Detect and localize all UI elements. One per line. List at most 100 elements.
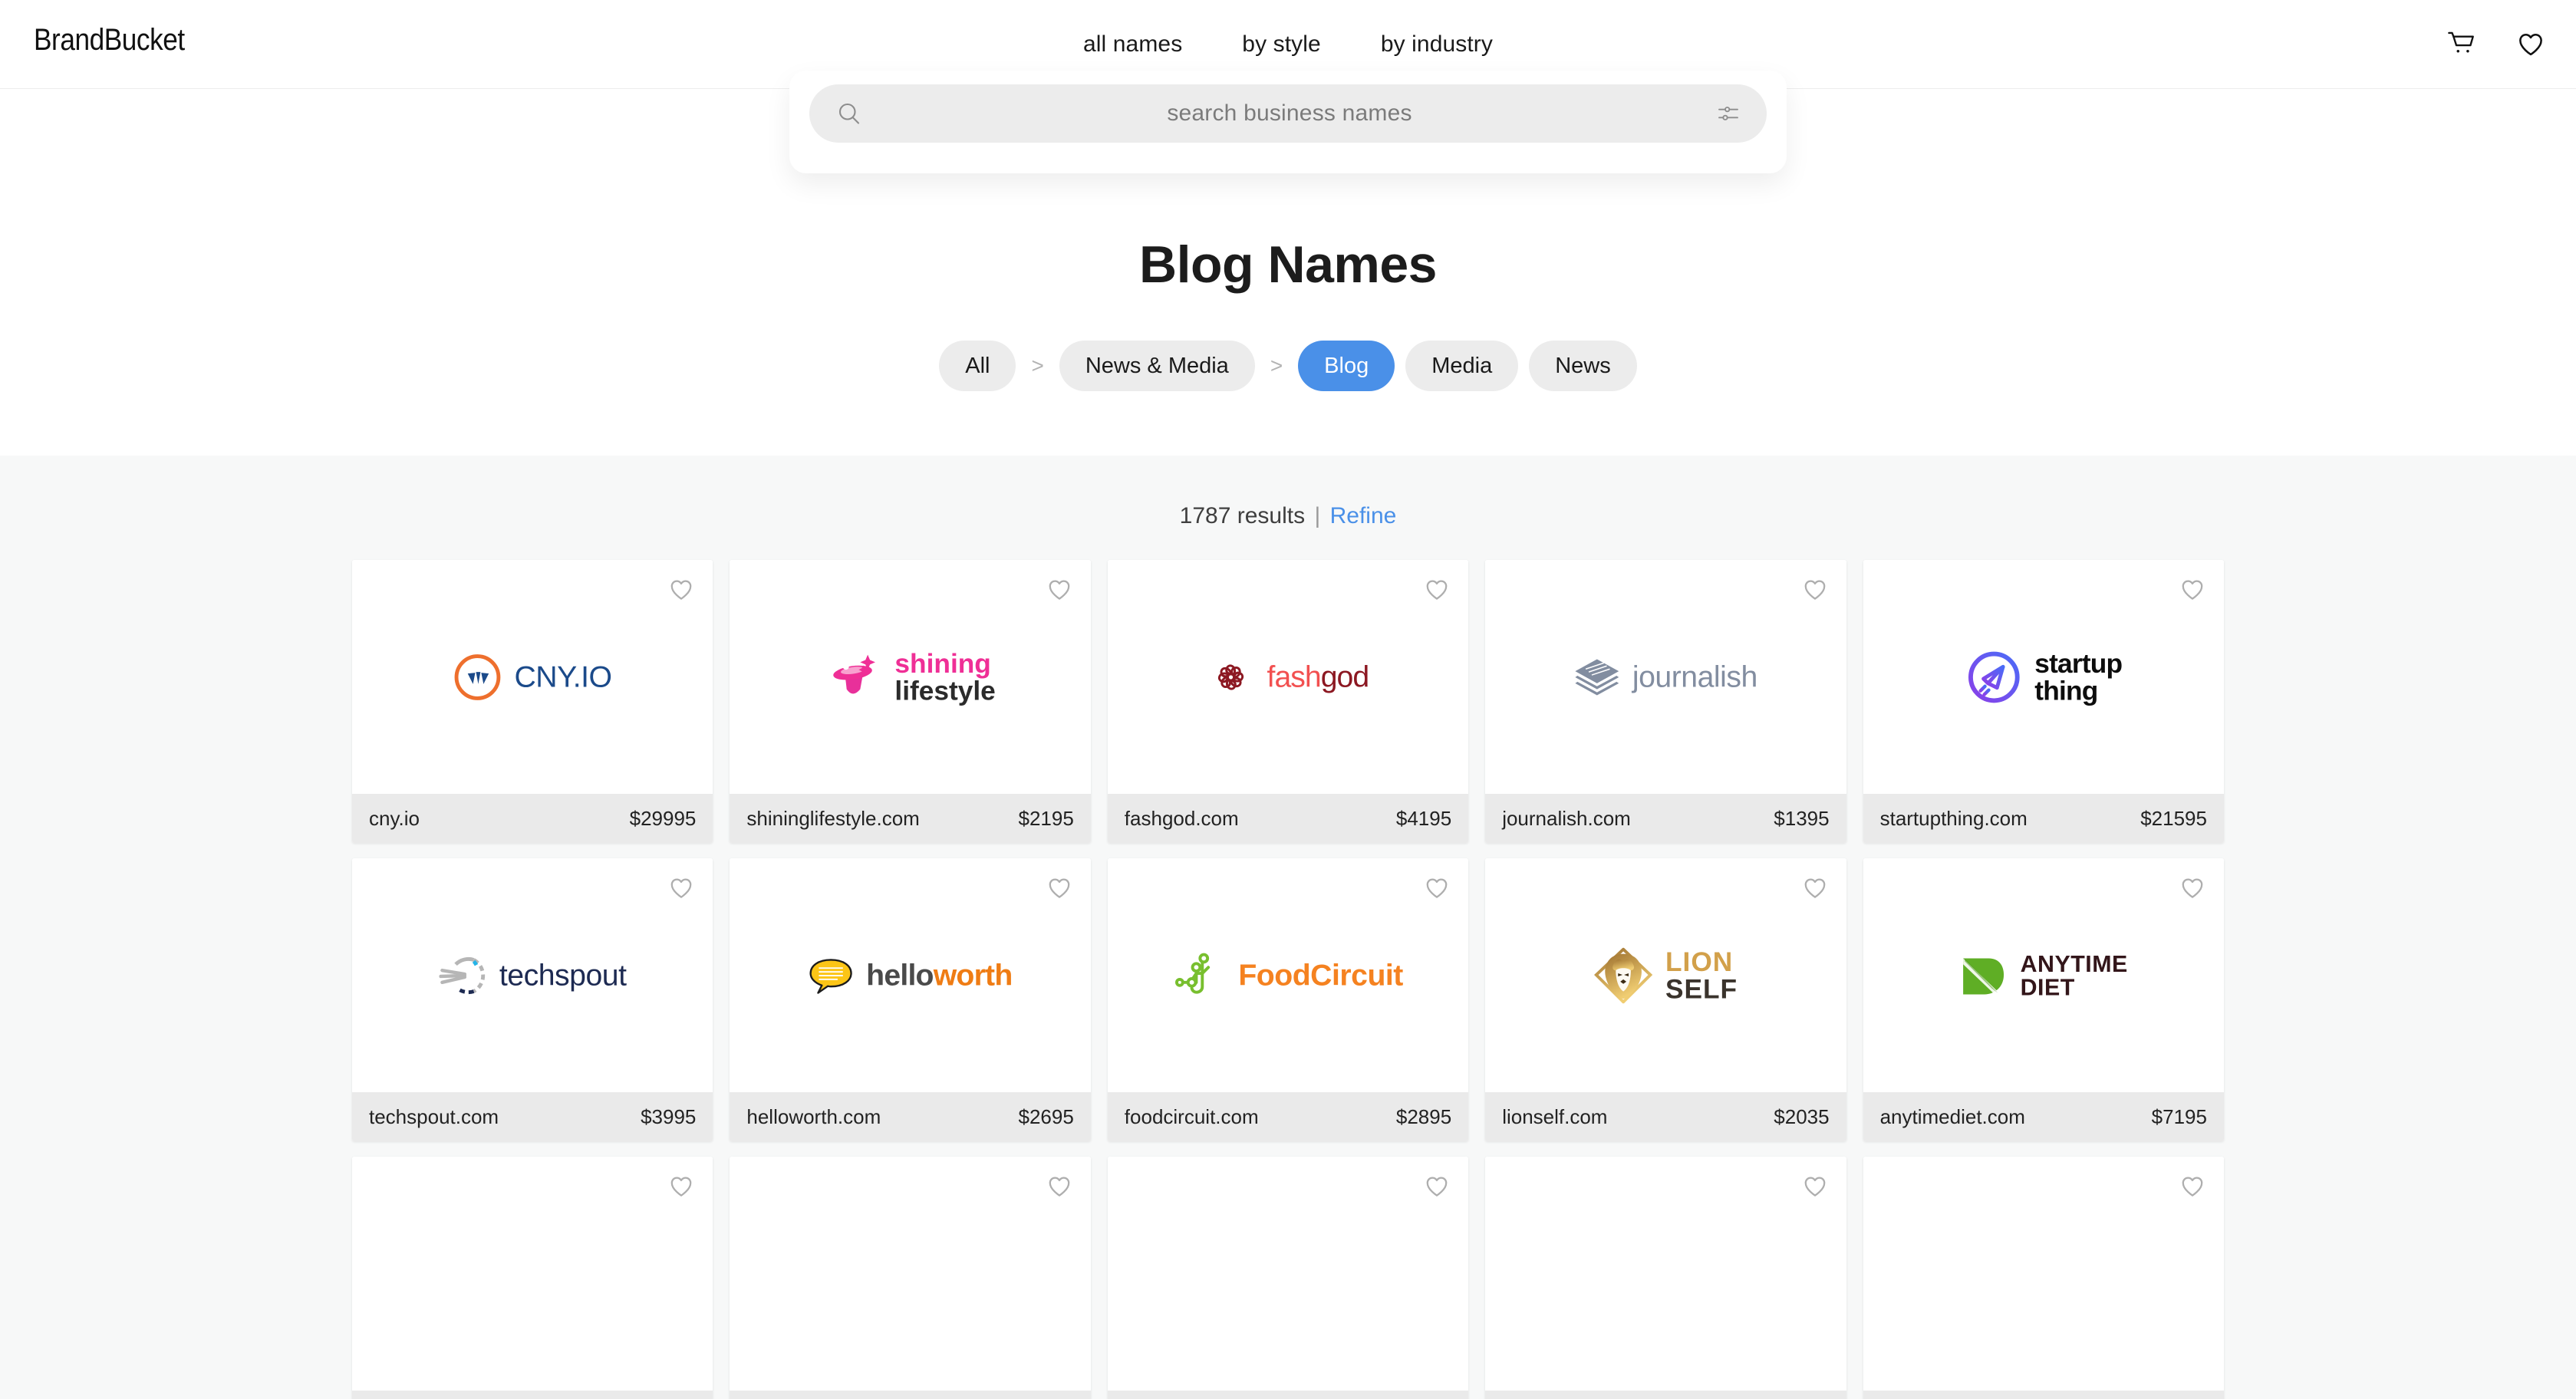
nav-item-by-industry[interactable]: by industry bbox=[1381, 31, 1493, 58]
card-artwork: helloworth bbox=[730, 858, 1091, 1092]
breadcrumb-chip-all[interactable]: All bbox=[939, 341, 1016, 391]
card-domain: lionself.com bbox=[1502, 1104, 1608, 1128]
card-footer bbox=[352, 1391, 713, 1399]
search-bar[interactable]: search business names bbox=[809, 84, 1767, 143]
card-footer bbox=[1485, 1391, 1846, 1399]
name-card[interactable]: helloworth helloworth.com $2695 bbox=[730, 858, 1091, 1141]
fashgod-rosette-mark bbox=[1218, 663, 1244, 690]
refine-link[interactable]: Refine bbox=[1330, 503, 1397, 528]
name-card[interactable]: FoodCircuit foodcircuit.com $2895 bbox=[1107, 858, 1469, 1141]
card-footer: startupthing.com $21595 bbox=[1863, 794, 2224, 843]
foodcircuit-wordmark: FoodCircuit bbox=[1237, 958, 1403, 992]
card-domain: journalish.com bbox=[1502, 806, 1631, 830]
favorite-heart-icon[interactable] bbox=[1802, 1174, 1828, 1200]
breadcrumb-chip-media[interactable]: Media bbox=[1405, 341, 1519, 391]
name-card[interactable]: LION SELF lionself.com $2035 bbox=[1485, 858, 1846, 1141]
card-footer: shininglifestyle.com $2195 bbox=[730, 794, 1091, 843]
name-card[interactable] bbox=[352, 1157, 713, 1399]
name-card[interactable] bbox=[730, 1157, 1091, 1399]
name-card[interactable] bbox=[1863, 1157, 2224, 1399]
name-card[interactable]: CNY.IO cny.io $29995 bbox=[352, 560, 713, 843]
card-price: $2895 bbox=[1395, 1104, 1452, 1128]
card-artwork bbox=[730, 1157, 1091, 1391]
search-input[interactable]: search business names bbox=[863, 100, 1716, 127]
card-price: $21595 bbox=[2140, 806, 2207, 830]
breadcrumb-chip-news-media[interactable]: News & Media bbox=[1059, 341, 1255, 391]
favorite-heart-icon[interactable] bbox=[668, 1174, 694, 1200]
favorite-heart-icon[interactable] bbox=[668, 875, 694, 901]
favorite-heart-icon[interactable] bbox=[1802, 577, 1828, 603]
shining-lifestyle-logo: shining lifestyle bbox=[825, 647, 996, 706]
favorite-heart-icon[interactable] bbox=[1424, 875, 1450, 901]
favorite-heart-icon[interactable] bbox=[1046, 577, 1072, 603]
card-domain: fashgod.com bbox=[1124, 806, 1239, 830]
favorite-heart-icon[interactable] bbox=[1802, 875, 1828, 901]
helloworth-speech-bubble-mark bbox=[809, 958, 853, 994]
card-artwork: LION SELF bbox=[1485, 858, 1846, 1092]
card-footer bbox=[1107, 1391, 1469, 1399]
card-price: $7195 bbox=[2151, 1104, 2207, 1128]
startup-thing-rocket-mark bbox=[1968, 651, 2020, 703]
results-count-text: 1787 results bbox=[1179, 503, 1306, 528]
card-price: $29995 bbox=[629, 806, 697, 830]
favorite-heart-icon[interactable] bbox=[2179, 875, 2205, 901]
results-section: 1787 results | Refine CNY.IO cny.io $299… bbox=[0, 456, 2576, 1399]
card-artwork bbox=[1863, 1157, 2224, 1391]
card-artwork bbox=[1485, 1157, 1846, 1391]
card-footer: anytimediet.com $7195 bbox=[1863, 1092, 2224, 1141]
techspout-mark bbox=[439, 956, 485, 994]
card-artwork: shining lifestyle bbox=[730, 560, 1091, 794]
name-card[interactable] bbox=[1107, 1157, 1469, 1399]
lion-head-icon bbox=[1594, 947, 1653, 1003]
results-divider: | bbox=[1314, 503, 1321, 528]
cart-icon[interactable] bbox=[2447, 30, 2476, 59]
favorite-heart-icon[interactable] bbox=[1046, 1174, 1072, 1200]
name-card[interactable] bbox=[1485, 1157, 1846, 1399]
breadcrumb: All > News & Media > Blog Media News bbox=[0, 341, 2576, 391]
results-summary: 1787 results | Refine bbox=[0, 503, 2576, 529]
card-price: $1395 bbox=[1774, 806, 1830, 830]
card-artwork: fashgod bbox=[1107, 560, 1469, 794]
breadcrumb-separator: > bbox=[1270, 354, 1283, 377]
favorite-heart-icon[interactable] bbox=[2179, 577, 2205, 603]
card-footer: helloworth.com $2695 bbox=[730, 1092, 1091, 1141]
anytimediet-wordmark: ANYTIME DIET bbox=[2020, 950, 2129, 1000]
nav-item-by-style[interactable]: by style bbox=[1242, 31, 1321, 58]
brandbucket-logo[interactable]: BrandBucket bbox=[34, 23, 185, 58]
page-title: Blog Names bbox=[1139, 235, 1438, 294]
card-footer: journalish.com $1395 bbox=[1485, 794, 1846, 843]
cny-io-logo: CNY.IO bbox=[453, 652, 613, 702]
name-card[interactable]: startup thing startupthing.com $21595 bbox=[1863, 560, 2224, 843]
card-domain: helloworth.com bbox=[746, 1104, 881, 1128]
favorite-heart-icon[interactable] bbox=[1424, 1174, 1450, 1200]
shining-lifestyle-mark bbox=[832, 654, 875, 694]
card-artwork: techspout bbox=[352, 858, 713, 1092]
startup-thing-wordmark: startup thing bbox=[2034, 647, 2123, 706]
breadcrumb-chip-news[interactable]: News bbox=[1529, 341, 1637, 391]
card-price: $3995 bbox=[641, 1104, 697, 1128]
heart-icon[interactable] bbox=[2516, 30, 2545, 59]
card-artwork bbox=[1107, 1157, 1469, 1391]
lionself-logo: LION SELF bbox=[1593, 947, 1738, 1003]
cny-io-wordmark: CNY.IO bbox=[514, 660, 613, 694]
card-domain: techspout.com bbox=[369, 1104, 499, 1128]
name-card[interactable]: techspout techspout.com $3995 bbox=[352, 858, 713, 1141]
cny-io-mark bbox=[454, 653, 501, 700]
name-card[interactable]: fashgod fashgod.com $4195 bbox=[1107, 560, 1469, 843]
name-card[interactable]: journalish journalish.com $1395 bbox=[1485, 560, 1846, 843]
shining-lifestyle-wordmark: shining lifestyle bbox=[894, 647, 996, 706]
name-card-grid: CNY.IO cny.io $29995 shining lifestyle s… bbox=[352, 560, 2224, 1399]
favorite-heart-icon[interactable] bbox=[1046, 875, 1072, 901]
card-artwork: CNY.IO bbox=[352, 560, 713, 794]
breadcrumb-chip-blog[interactable]: Blog bbox=[1298, 341, 1395, 391]
sliders-icon[interactable] bbox=[1716, 101, 1741, 126]
favorite-heart-icon[interactable] bbox=[2179, 1174, 2205, 1200]
name-card[interactable]: shining lifestyle shininglifestyle.com $… bbox=[730, 560, 1091, 843]
helloworth-wordmark: helloworth bbox=[866, 958, 1013, 992]
name-card[interactable]: ANYTIME DIET anytimediet.com $7195 bbox=[1863, 858, 2224, 1141]
favorite-heart-icon[interactable] bbox=[668, 577, 694, 603]
card-domain: shininglifestyle.com bbox=[746, 806, 920, 830]
helloworth-logo: helloworth bbox=[808, 953, 1013, 997]
nav-item-all-names[interactable]: all names bbox=[1083, 31, 1182, 58]
favorite-heart-icon[interactable] bbox=[1424, 577, 1450, 603]
